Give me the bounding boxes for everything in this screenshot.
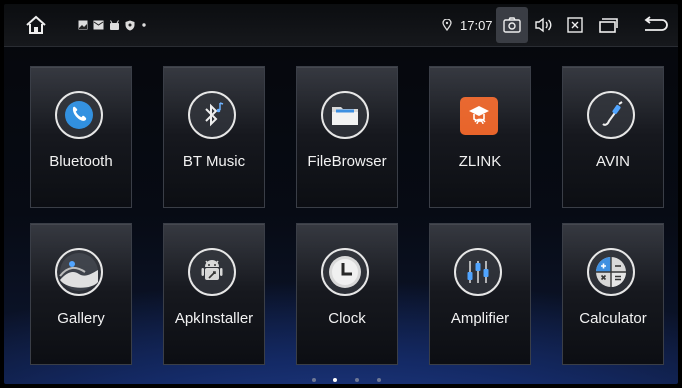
folder-icon [321, 91, 369, 139]
app-tile-clock[interactable]: Clock [296, 223, 398, 365]
app-label: Clock [328, 310, 366, 327]
app-label: FileBrowser [307, 153, 387, 170]
image-icon [78, 20, 88, 30]
app-tile-avin[interactable]: AVIN [562, 66, 664, 208]
clock-time: 17:07 [460, 17, 493, 33]
gallery-icon [55, 248, 103, 296]
location-icon [440, 4, 454, 46]
volume-icon[interactable] [532, 4, 556, 46]
app-label: ZLINK [458, 153, 502, 170]
app-tile-zlink[interactable]: ZLINK [429, 66, 531, 208]
app-label: Gallery [57, 310, 105, 327]
app-tile-bt-music[interactable]: BT Music [163, 66, 265, 208]
android-icon [109, 20, 120, 30]
camera-icon [503, 17, 521, 33]
app-label: ApkInstaller [174, 310, 254, 327]
shield-icon [125, 20, 135, 31]
app-tile-gallery[interactable]: Gallery [30, 223, 132, 365]
home-screen: 17:07 Bluetooth BT Music FileBrowser ZLI… [4, 4, 678, 384]
back-arrow-icon[interactable] [640, 4, 670, 46]
page-dot[interactable] [355, 378, 359, 382]
page-dot[interactable] [377, 378, 381, 382]
app-label: Calculator [579, 310, 647, 327]
home-icon[interactable] [20, 4, 52, 46]
screenshot-button[interactable] [496, 7, 528, 43]
dot-icon [140, 20, 148, 30]
status-bar: 17:07 [4, 4, 678, 47]
app-tile-filebrowser[interactable]: FileBrowser [296, 66, 398, 208]
app-label: Amplifier [450, 310, 510, 327]
page-dot-active[interactable] [333, 378, 337, 382]
window-icon[interactable] [596, 4, 620, 46]
close-box-icon[interactable] [564, 4, 586, 46]
app-label: Bluetooth [49, 153, 113, 170]
app-tile-bluetooth[interactable]: Bluetooth [30, 66, 132, 208]
page-dot[interactable] [312, 378, 316, 382]
av-cable-icon [587, 91, 635, 139]
android-installer-icon [188, 248, 236, 296]
calculator-icon [587, 248, 635, 296]
app-tile-apkinstaller[interactable]: ApkInstaller [163, 223, 265, 365]
bluetooth-music-icon [188, 91, 236, 139]
notification-icons [78, 4, 148, 46]
app-label: AVIN [596, 153, 630, 170]
app-tile-amplifier[interactable]: Amplifier [429, 223, 531, 365]
app-tile-calculator[interactable]: Calculator [562, 223, 664, 365]
mail-icon [93, 20, 104, 30]
equalizer-icon [454, 248, 502, 296]
page-indicator [4, 376, 678, 384]
clock-icon [321, 248, 369, 296]
zlink-icon [460, 97, 498, 135]
phone-icon [55, 91, 103, 139]
app-label: BT Music [182, 153, 246, 170]
